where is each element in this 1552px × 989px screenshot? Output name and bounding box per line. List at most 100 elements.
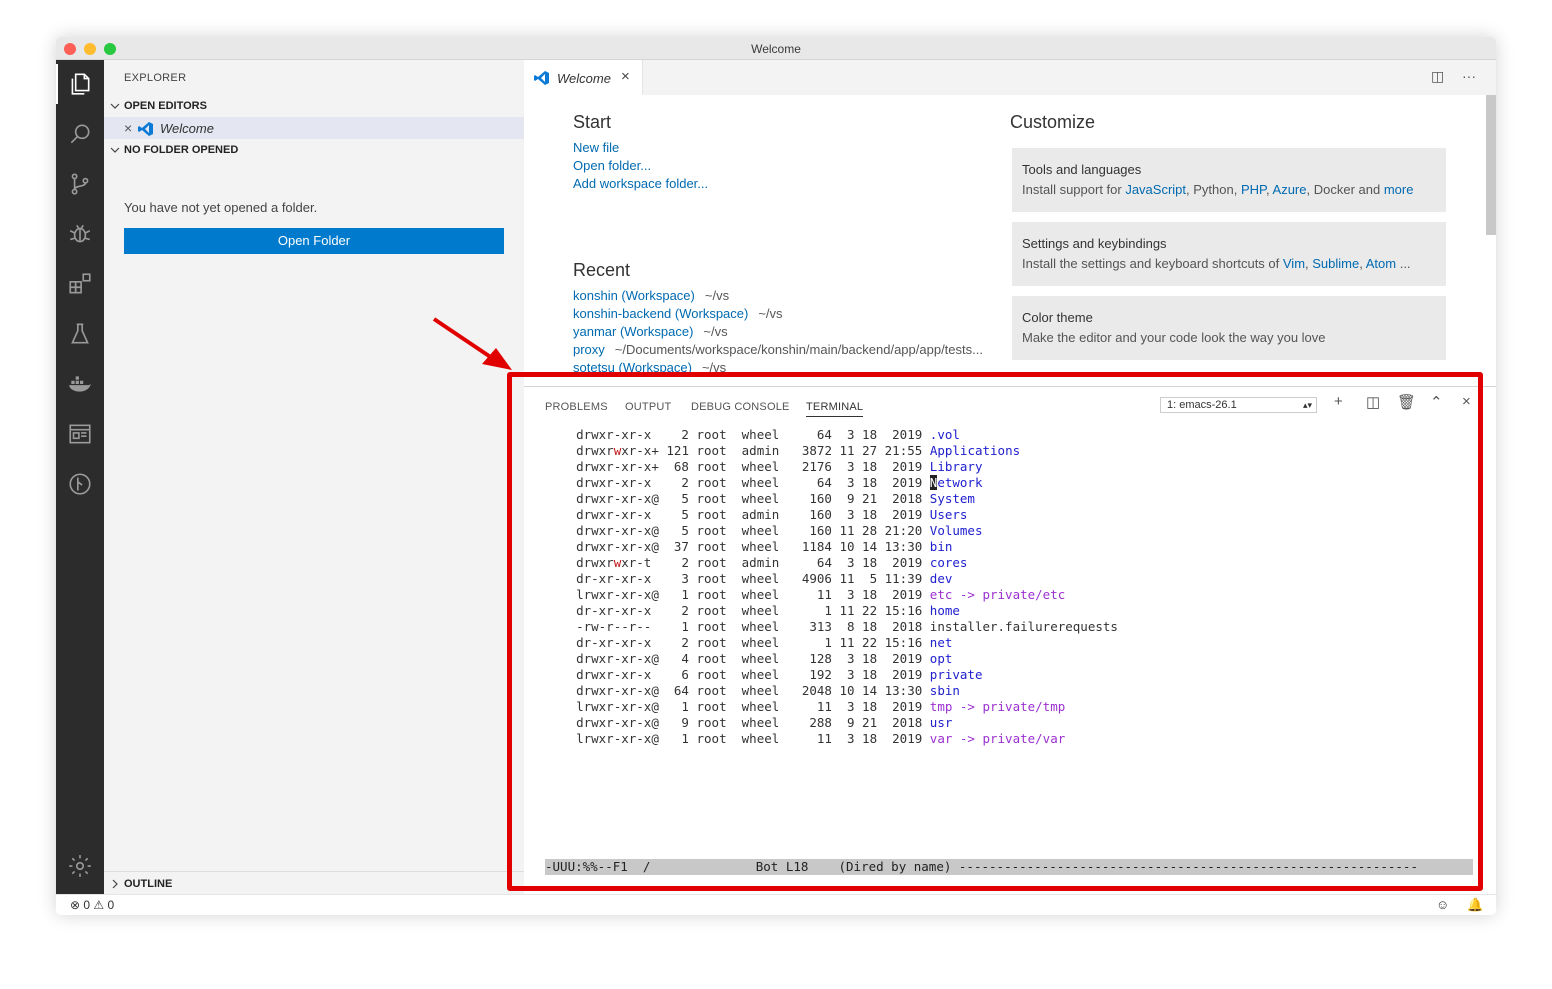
title-bar: Welcome — [56, 37, 1496, 60]
explorer-sidebar: EXPLORER OPEN EDITORS × Welcome NO FOLDE… — [104, 60, 524, 895]
open-editor-item[interactable]: × Welcome — [104, 117, 524, 139]
terminal-line: lrwxr-xr-x@ 1 root wheel 11 3 18 2019 et… — [576, 587, 1066, 602]
debug-icon[interactable] — [56, 214, 104, 254]
recent-item[interactable]: proxy ~/Documents/workspace/konshin/main/… — [573, 342, 983, 357]
terminal-line: drwxrwxr-x+ 121 root admin 3872 11 27 21… — [576, 443, 1021, 458]
trash-icon[interactable]: 🗑 — [1397, 393, 1416, 411]
recent-item[interactable]: konshin (Workspace) ~/vs — [573, 288, 729, 303]
vim-link[interactable]: Vim — [1283, 256, 1305, 271]
split-editor-icon[interactable]: ◫ — [1431, 68, 1444, 85]
atom-link[interactable]: Atom — [1366, 256, 1396, 271]
settings-keybindings-card[interactable]: Settings and keybindings Install the set… — [1012, 222, 1446, 286]
open-folder-button[interactable]: Open Folder — [124, 228, 504, 254]
terminal-line: drwxr-xr-x@ 5 root wheel 160 9 21 2018 S… — [576, 491, 975, 506]
customize-heading: Customize — [1010, 112, 1096, 132]
outline-section[interactable]: OUTLINE — [104, 871, 524, 895]
tab-welcome[interactable]: Welcome × — [524, 60, 643, 95]
close-editor-icon[interactable]: × — [124, 120, 132, 136]
settings-gear-icon[interactable] — [56, 846, 104, 886]
terminal-output[interactable]: drwxr-xr-x 2 root wheel 64 3 18 2019 .vo… — [561, 427, 1118, 747]
terminal-line: drwxr-xr-x 6 root wheel 192 3 18 2019 pr… — [576, 667, 983, 682]
feedback-smiley-icon[interactable]: ☺ — [1436, 897, 1449, 912]
terminal-line: drwxr-xr-x@ 9 root wheel 288 9 21 2018 u… — [576, 715, 953, 730]
terminal-line: drwxr-xr-x@ 5 root wheel 160 11 28 21:20… — [576, 523, 983, 538]
terminal-line: -rw-r--r-- 1 root wheel 313 8 18 2018 in… — [576, 619, 1118, 634]
more-link[interactable]: more — [1384, 182, 1414, 197]
open-editors-section[interactable]: OPEN EDITORS — [104, 95, 524, 117]
new-file-link[interactable]: New file — [573, 140, 619, 155]
source-control-icon[interactable] — [56, 164, 104, 204]
terminal-line: dr-xr-xr-x 2 root wheel 1 11 22 15:16 ho… — [576, 603, 960, 618]
recent-item[interactable]: konshin-backend (Workspace) ~/vs — [573, 306, 783, 321]
emacs-modeline: -UUU:%%--F1 / Bot L18 (Dired by name) --… — [545, 859, 1473, 875]
more-actions-icon[interactable]: ··· — [1462, 68, 1476, 84]
open-editors-label: OPEN EDITORS — [124, 100, 207, 112]
close-tab-icon[interactable]: × — [621, 68, 630, 85]
git-graph-icon[interactable] — [56, 464, 104, 504]
recent-item[interactable]: sotetsu (Workspace) ~/vs — [573, 360, 726, 375]
docker-icon[interactable] — [56, 364, 104, 404]
window-title: Welcome — [751, 42, 801, 56]
status-bar: ⊗ 0 ⚠ 0 ☺ 🔔 — [56, 894, 1496, 915]
chevron-right-icon — [112, 879, 118, 889]
card-title: Settings and keybindings — [1022, 236, 1167, 251]
vscode-window: Welcome EXPLORER OPEN EDITORS × Welcome … — [56, 37, 1496, 915]
php-link[interactable]: PHP — [1241, 182, 1266, 197]
tab-label: Welcome — [557, 71, 611, 86]
open-folder-link[interactable]: Open folder... — [573, 158, 651, 173]
no-folder-message: You have not yet opened a folder. — [124, 200, 318, 215]
card-description: Make the editor and your code look the w… — [1022, 330, 1326, 345]
search-icon[interactable] — [56, 114, 104, 154]
card-title: Tools and languages — [1022, 162, 1142, 177]
terminal-line: drwxr-xr-x 2 root wheel 64 3 18 2019 .vo… — [576, 427, 960, 442]
no-folder-section[interactable]: NO FOLDER OPENED — [104, 139, 524, 161]
terminal-line: drwxr-xr-x@ 37 root wheel 1184 10 14 13:… — [576, 539, 953, 554]
activity-bar — [56, 60, 104, 894]
tab-debug-console[interactable]: DEBUG CONSOLE — [691, 401, 790, 413]
open-editor-label: Welcome — [160, 121, 214, 136]
start-heading: Start — [573, 112, 612, 132]
select-arrow-icon: ▴▾ — [1302, 400, 1312, 410]
chevron-down-icon — [110, 147, 120, 153]
extensions-icon[interactable] — [56, 264, 104, 304]
explorer-icon[interactable] — [56, 64, 104, 104]
testing-flask-icon[interactable] — [56, 314, 104, 354]
tab-output[interactable]: OUTPUT — [625, 401, 671, 413]
sublime-link[interactable]: Sublime — [1312, 256, 1359, 271]
editor-area: Welcome × ◫ ··· Start New file Open fold… — [524, 60, 1496, 895]
bottom-panel: PROBLEMS OUTPUT DEBUG CONSOLE TERMINAL 1… — [524, 386, 1496, 895]
tools-languages-card[interactable]: Tools and languages Install support for … — [1012, 148, 1446, 212]
split-terminal-icon[interactable]: ◫ — [1366, 393, 1380, 411]
problems-status[interactable]: ⊗ 0 ⚠ 0 — [70, 898, 114, 912]
card-title: Color theme — [1022, 310, 1093, 325]
new-terminal-icon[interactable]: + — [1334, 393, 1343, 410]
terminal-line: drwxr-xr-x@ 4 root wheel 128 3 18 2019 o… — [576, 651, 953, 666]
notifications-bell-icon[interactable]: 🔔 — [1467, 897, 1483, 913]
welcome-page: Start New file Open folder... Add worksp… — [524, 95, 1486, 385]
chevron-down-icon — [110, 103, 120, 109]
maximize-panel-icon[interactable]: ⌃ — [1430, 393, 1443, 411]
terminal-line: drwxr-xr-x 2 root wheel 64 3 18 2019 Net… — [576, 475, 983, 490]
preview-panel-icon[interactable] — [56, 414, 104, 454]
color-theme-card[interactable]: Color theme Make the editor and your cod… — [1012, 296, 1446, 360]
vscode-logo-icon — [534, 71, 549, 85]
recent-heading: Recent — [573, 260, 631, 280]
tab-problems[interactable]: PROBLEMS — [545, 401, 608, 413]
tab-terminal[interactable]: TERMINAL — [806, 401, 864, 417]
terminal-line: drwxr-xr-x@ 64 root wheel 2048 10 14 13:… — [576, 683, 960, 698]
terminal-line: drwxr-xr-x+ 68 root wheel 2176 3 18 2019… — [576, 459, 983, 474]
terminal-line: drwxr-xr-x 5 root admin 160 3 18 2019 Us… — [576, 507, 968, 522]
terminal-line: dr-xr-xr-x 2 root wheel 1 11 22 15:16 ne… — [576, 635, 953, 650]
javascript-link[interactable]: JavaScript — [1125, 182, 1186, 197]
azure-link[interactable]: Azure — [1273, 182, 1307, 197]
terminal-line: lrwxr-xr-x@ 1 root wheel 11 3 18 2019 va… — [576, 731, 1066, 746]
editor-scrollbar[interactable] — [1486, 95, 1496, 235]
editor-tab-bar: Welcome × ◫ ··· — [524, 60, 1496, 95]
sidebar-title: EXPLORER — [124, 72, 187, 84]
terminal-line: drwxrwxr-t 2 root admin 64 3 18 2019 cor… — [576, 555, 968, 570]
recent-item[interactable]: yanmar (Workspace) ~/vs — [573, 324, 728, 339]
close-panel-icon[interactable]: × — [1462, 393, 1471, 410]
card-description: Install support for JavaScript, Python, … — [1022, 182, 1414, 197]
add-workspace-folder-link[interactable]: Add workspace folder... — [573, 176, 708, 191]
terminal-select[interactable]: 1: emacs-26.1 ▴▾ — [1160, 397, 1317, 413]
